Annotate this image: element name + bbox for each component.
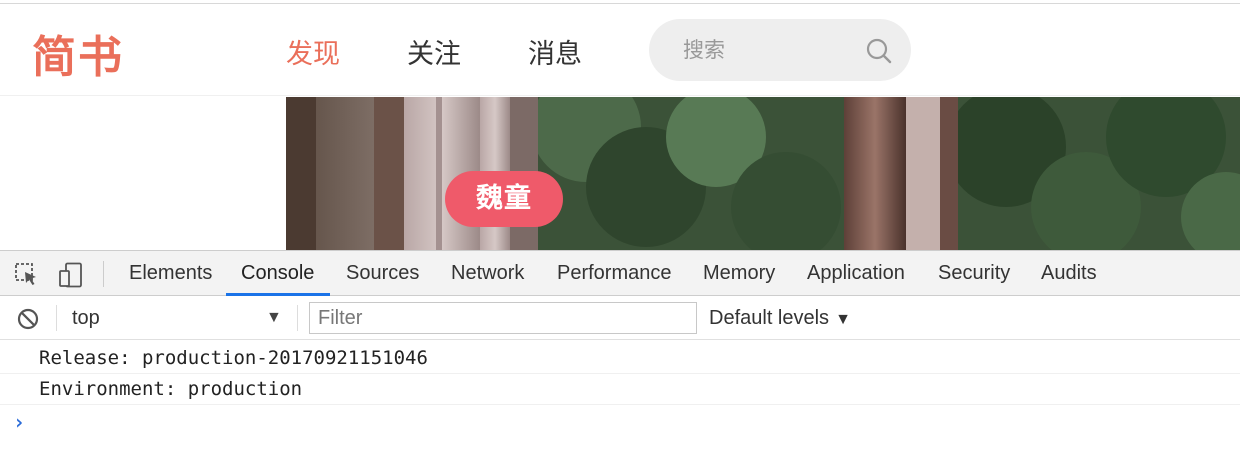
console-message: Environment: production — [0, 374, 1240, 405]
tab-audits[interactable]: Audits — [1041, 251, 1097, 296]
banner-image[interactable]: 魏童 — [286, 97, 1240, 250]
console-filter-input[interactable] — [309, 302, 697, 334]
search-icon[interactable] — [865, 37, 893, 65]
tab-application[interactable]: Application — [807, 251, 905, 296]
tabbar-separator — [103, 261, 104, 287]
context-dropdown-arrow[interactable]: ▼ — [266, 296, 282, 340]
nav-discover[interactable]: 发现 — [286, 32, 340, 71]
inspect-element-icon[interactable] — [14, 262, 40, 288]
clear-console-icon[interactable] — [16, 307, 40, 331]
tab-security[interactable]: Security — [938, 251, 1010, 296]
console-prompt[interactable]: › — [13, 410, 25, 434]
banner-photo — [286, 97, 1240, 250]
devtools-tabbar: Elements Console Sources Network Perform… — [0, 250, 1240, 296]
nav-follow[interactable]: 关注 — [407, 32, 461, 71]
site-logo[interactable]: 简书 — [32, 21, 124, 85]
author-tag[interactable]: 魏童 — [445, 171, 563, 227]
context-selector[interactable]: top — [72, 296, 100, 340]
filterbar-separator — [56, 305, 57, 331]
tab-sources[interactable]: Sources — [346, 251, 419, 296]
tab-elements[interactable]: Elements — [129, 251, 212, 296]
nav-messages[interactable]: 消息 — [528, 32, 582, 71]
tab-network[interactable]: Network — [451, 251, 524, 296]
device-toolbar-icon[interactable] — [58, 262, 84, 288]
site-header: 简书 发现 关注 消息 — [0, 4, 1240, 96]
search-input[interactable] — [683, 37, 843, 63]
log-levels-label: Default levels — [709, 307, 830, 329]
tab-console[interactable]: Console — [241, 251, 314, 296]
filterbar-separator — [297, 305, 298, 331]
console-filterbar: top ▼ Default levels ▼ — [0, 296, 1240, 340]
levels-dropdown-arrow: ▼ — [835, 311, 851, 328]
tab-memory[interactable]: Memory — [703, 251, 775, 296]
tab-performance[interactable]: Performance — [557, 251, 672, 296]
log-levels-dropdown[interactable]: Default levels ▼ — [709, 296, 851, 340]
console-message: Release: production-20170921151046 — [0, 343, 1240, 374]
search-box — [649, 19, 911, 81]
devtools-panel: Elements Console Sources Network Perform… — [0, 250, 1240, 469]
